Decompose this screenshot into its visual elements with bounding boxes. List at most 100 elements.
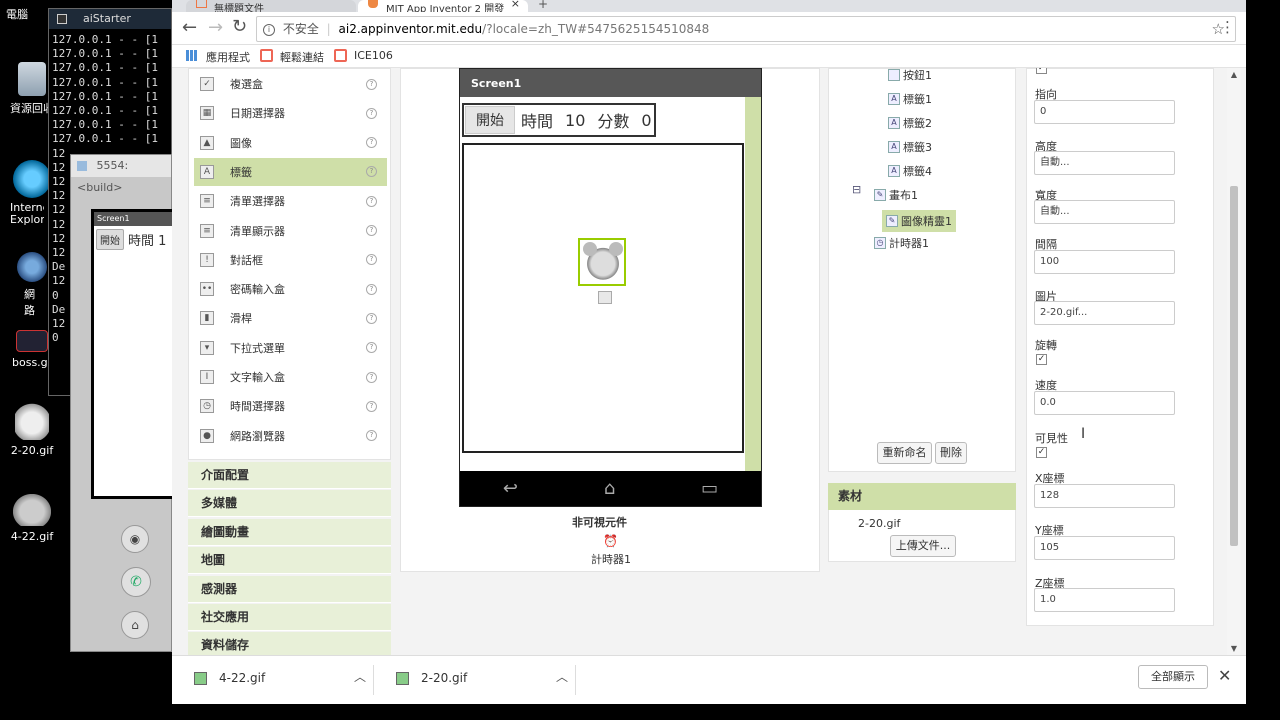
- help-icon[interactable]: ?: [366, 254, 377, 266]
- browser-window[interactable]: 無標題文件 MIT App Inventor 2 開發 × + ← → ↻ i …: [172, 0, 1246, 704]
- help-icon[interactable]: ?: [366, 430, 377, 442]
- start-button[interactable]: 開始: [465, 106, 515, 134]
- reload-icon[interactable]: ↻: [232, 16, 247, 37]
- component-tree-item[interactable]: A 標籤2: [888, 114, 932, 132]
- scroll-down-arrow[interactable]: ▼: [1227, 644, 1241, 653]
- component-tree-item[interactable]: ✎ 畫布1: [874, 186, 918, 204]
- emulator-start-button[interactable]: 開始: [96, 229, 124, 250]
- image-sprite[interactable]: [578, 238, 626, 286]
- palette-item[interactable]: ! 對話框?: [194, 246, 387, 274]
- canvas[interactable]: [462, 143, 744, 453]
- component-tree-item[interactable]: A 標籤3: [888, 138, 932, 156]
- palette-item[interactable]: ▮ 滑桿?: [194, 304, 387, 332]
- picture-input[interactable]: 2-20.gif...: [1034, 301, 1175, 325]
- width-input[interactable]: 自動...: [1034, 200, 1175, 224]
- palette-item[interactable]: I 文字輸入盒?: [194, 363, 387, 391]
- palette-item[interactable]: ≡ 清單選擇器?: [194, 187, 387, 215]
- chevron-up-icon[interactable]: ︿: [556, 668, 568, 685]
- component-tree-item[interactable]: ✎ 圖像精靈1: [882, 210, 956, 232]
- upload-button[interactable]: 上傳文件...: [890, 535, 956, 557]
- component-tree-item[interactable]: 按鈕1: [888, 68, 932, 84]
- help-icon[interactable]: ?: [366, 225, 377, 236]
- close-downloads-icon[interactable]: ✕: [1218, 666, 1231, 685]
- download-item[interactable]: 2-20.gif ︿: [386, 665, 576, 695]
- help-icon[interactable]: ?: [366, 195, 377, 207]
- visible-checkbox[interactable]: ✓: [1036, 447, 1047, 458]
- show-all-button[interactable]: 全部顯示: [1138, 665, 1208, 689]
- scrollbar-thumb[interactable]: [1230, 186, 1238, 546]
- emulator-time-label: 時間 1: [128, 234, 167, 249]
- emulator-camera-button[interactable]: ◉: [121, 525, 149, 553]
- horizontal-arrangement[interactable]: 開始 時間 10 分數 0: [462, 103, 656, 137]
- info-icon[interactable]: i: [263, 23, 275, 36]
- palette-item[interactable]: ▲ 圖像?: [194, 129, 387, 157]
- apps-grid-icon[interactable]: [186, 50, 197, 61]
- help-icon[interactable]: ?: [366, 400, 377, 412]
- palette-item[interactable]: ✓ 複選盒?: [194, 70, 387, 98]
- bookmark-easy-link[interactable]: 輕鬆連結: [280, 49, 324, 65]
- palette-item[interactable]: ▾ 下拉式選單?: [194, 334, 387, 362]
- emulator-call-button[interactable]: ✆: [121, 567, 151, 597]
- palette-item[interactable]: ▦ 日期選擇器?: [194, 99, 387, 127]
- page-scrollbar[interactable]: ▲ ▼: [1227, 68, 1241, 655]
- forward-icon[interactable]: →: [208, 17, 223, 38]
- height-input[interactable]: 自動...: [1034, 151, 1175, 175]
- heading-input[interactable]: 0: [1034, 100, 1175, 124]
- close-tab-icon[interactable]: ×: [511, 0, 520, 10]
- component-tree-item[interactable]: A 標籤1: [888, 90, 932, 108]
- palette-category[interactable]: 社交應用: [188, 604, 391, 631]
- help-icon[interactable]: ?: [366, 137, 377, 149]
- tab-untitled-doc[interactable]: 無標題文件: [186, 0, 356, 12]
- palette-category[interactable]: 感測器: [188, 575, 391, 603]
- palette-item[interactable]: ● 網路瀏覽器?: [194, 422, 387, 450]
- new-tab-button[interactable]: +: [538, 0, 548, 11]
- media-file[interactable]: 2-20.gif: [858, 517, 900, 530]
- palette-category[interactable]: 繪圖動畫: [188, 518, 391, 546]
- tab-app-inventor[interactable]: MIT App Inventor 2 開發 ×: [358, 0, 528, 12]
- emulator-home-button[interactable]: ⌂: [121, 611, 149, 639]
- palette-item-label: 網路瀏覽器: [230, 429, 285, 443]
- speed-input[interactable]: 0.0: [1034, 391, 1175, 415]
- bookmark-ice106[interactable]: ICE106: [354, 49, 393, 62]
- palette-item[interactable]: ◷ 時間選擇器?: [194, 392, 387, 420]
- palette-item[interactable]: A 標籤?: [194, 157, 387, 186]
- palette-category[interactable]: 多媒體: [188, 490, 391, 518]
- desktop-icon-4-22-gif[interactable]: 4-22.gif: [0, 494, 64, 543]
- help-icon[interactable]: ?: [366, 342, 377, 354]
- palette-item[interactable]: ≡ 清單顯示器?: [194, 217, 387, 245]
- emulator-screen[interactable]: Screen1 開始 時間 1: [91, 209, 173, 499]
- rotates-checkbox[interactable]: ✓: [1036, 354, 1047, 365]
- back-icon[interactable]: ←: [182, 17, 197, 38]
- button-icon: [888, 69, 900, 81]
- component-tree-item[interactable]: A 標籤4: [888, 162, 932, 180]
- emulator-window[interactable]: 5554:<build> Screen1 開始 時間 1 ◉ ✆ ⌂: [70, 154, 173, 652]
- omnibox[interactable]: i 不安全 | ai2.appinventor.mit.edu/?locale=…: [256, 16, 1236, 42]
- help-icon[interactable]: ?: [366, 166, 377, 178]
- download-item[interactable]: 4-22.gif ︿: [184, 665, 374, 695]
- help-icon[interactable]: ?: [366, 107, 377, 119]
- palette-category[interactable]: 介面配置: [188, 462, 391, 489]
- delete-button[interactable]: 刪除: [935, 442, 967, 464]
- terminal-titlebar[interactable]: aiStarter: [49, 9, 171, 29]
- bookmark-apps[interactable]: 應用程式: [206, 49, 250, 65]
- component-tree-item[interactable]: ◷ 計時器1: [874, 234, 929, 252]
- scroll-up-arrow[interactable]: ▲: [1227, 70, 1241, 79]
- palette-category[interactable]: 資料儲存: [188, 632, 391, 655]
- y-input[interactable]: 105: [1034, 536, 1175, 560]
- help-icon[interactable]: ?: [366, 283, 377, 295]
- x-input[interactable]: 128: [1034, 484, 1175, 508]
- enabled-checkbox[interactable]: ✓: [1036, 68, 1047, 74]
- help-icon[interactable]: ?: [366, 78, 377, 90]
- collapse-icon[interactable]: ⊟: [852, 183, 861, 196]
- help-icon[interactable]: ?: [366, 371, 377, 383]
- emulator-titlebar[interactable]: 5554:<build>: [71, 155, 171, 194]
- z-input[interactable]: 1.0: [1034, 588, 1175, 612]
- interval-input[interactable]: 100: [1034, 250, 1175, 274]
- palette-category[interactable]: 地圖: [188, 547, 391, 575]
- chevron-up-icon[interactable]: ︿: [354, 668, 366, 685]
- palette-item[interactable]: •• 密碼輸入盒?: [194, 275, 387, 303]
- chrome-menu-icon[interactable]: ⋮: [1220, 18, 1235, 36]
- rename-button[interactable]: 重新命名: [877, 442, 932, 464]
- help-icon[interactable]: ?: [366, 312, 377, 324]
- desktop-icon-2-20-gif[interactable]: 2-20.gif: [0, 402, 64, 457]
